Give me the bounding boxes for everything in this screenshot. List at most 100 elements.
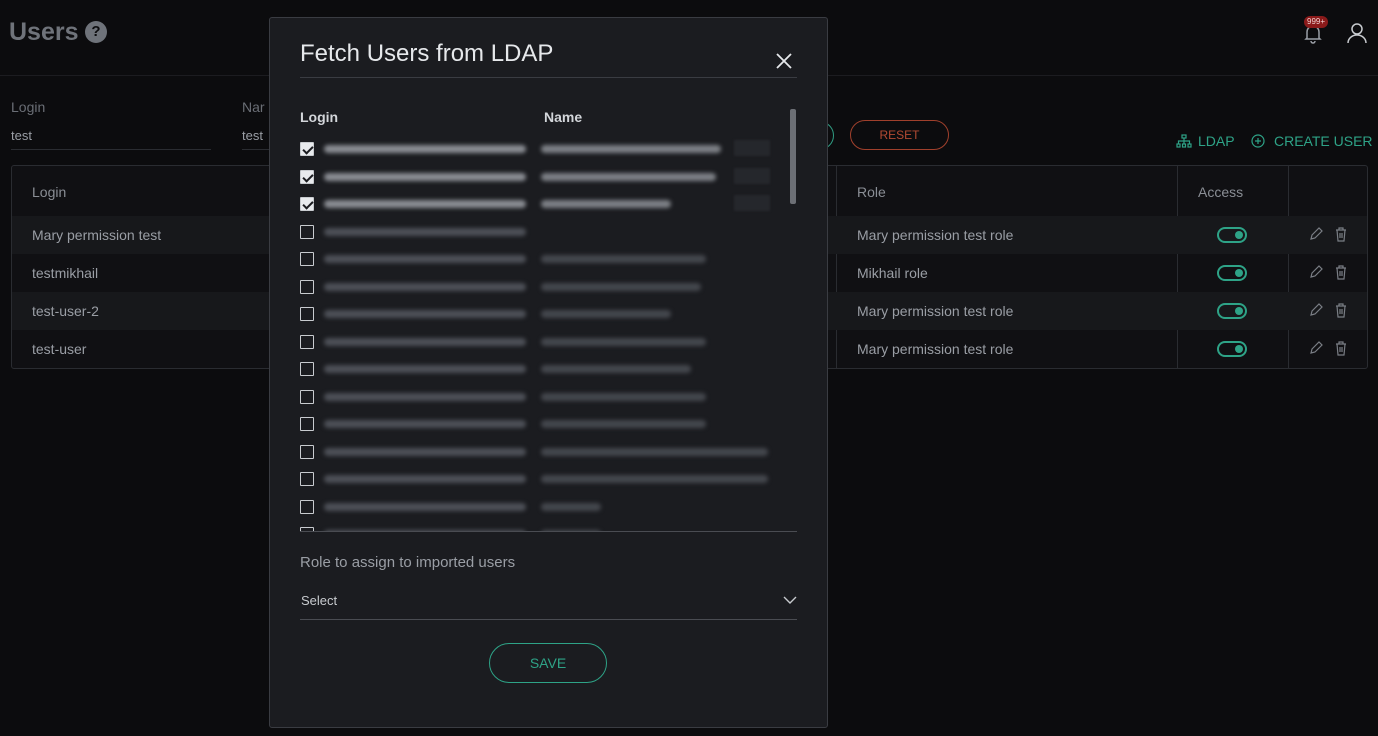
ldap-user-name xyxy=(541,200,671,208)
access-toggle[interactable] xyxy=(1217,227,1247,243)
ldap-user-row[interactable] xyxy=(300,134,790,162)
row-role: Mary permission test role xyxy=(857,341,1014,357)
row-role: Mary permission test role xyxy=(857,227,1014,243)
trash-icon[interactable] xyxy=(1334,226,1348,242)
ldap-user-login xyxy=(324,282,526,291)
login-filter-input[interactable]: test xyxy=(11,126,211,150)
ldap-user-checkbox[interactable] xyxy=(300,334,314,349)
ldap-user-login xyxy=(324,310,526,318)
ldap-user-row[interactable] xyxy=(300,272,790,300)
ldap-user-name xyxy=(541,475,768,483)
ldap-user-login xyxy=(324,392,526,401)
ldap-user-row[interactable] xyxy=(300,327,790,355)
ldap-user-login xyxy=(324,255,526,263)
close-icon[interactable] xyxy=(773,50,795,72)
ldap-user-login xyxy=(324,447,526,456)
column-header-role[interactable]: Role xyxy=(857,184,886,200)
ldap-user-row[interactable] xyxy=(300,409,790,437)
ldap-column-login: Login xyxy=(300,109,339,125)
ldap-user-row[interactable] xyxy=(300,217,790,245)
fetch-ldap-users-modal: Fetch Users from LDAP Login Name Role to… xyxy=(269,17,828,728)
ldap-user-row[interactable] xyxy=(300,244,790,272)
ldap-user-checkbox[interactable] xyxy=(300,389,314,404)
ldap-user-name xyxy=(541,365,691,373)
access-toggle[interactable] xyxy=(1217,265,1247,281)
row-login: test-user-2 xyxy=(32,303,99,319)
ldap-user-checkbox[interactable] xyxy=(300,142,314,156)
ldap-user-login xyxy=(324,145,526,153)
role-select[interactable]: Select xyxy=(300,589,797,620)
ldap-button[interactable]: LDAP xyxy=(1176,133,1235,149)
ldap-user-checkbox[interactable] xyxy=(300,307,314,321)
ldap-user-checkbox[interactable] xyxy=(300,169,314,184)
ldap-user-row[interactable] xyxy=(300,162,790,190)
ldap-user-name xyxy=(541,255,706,263)
ldap-user-login xyxy=(324,365,526,373)
modal-title: Fetch Users from LDAP xyxy=(300,40,554,67)
edit-icon[interactable] xyxy=(1308,226,1324,242)
ldap-user-name xyxy=(541,282,701,291)
ldap-user-checkbox[interactable] xyxy=(300,417,314,431)
trash-icon[interactable] xyxy=(1334,302,1348,318)
edit-icon[interactable] xyxy=(1308,264,1324,280)
trash-icon[interactable] xyxy=(1334,264,1348,280)
name-filter-input[interactable]: test xyxy=(242,126,269,150)
user-icon[interactable] xyxy=(1345,21,1369,45)
help-icon[interactable]: ? xyxy=(85,21,107,43)
ldap-user-name xyxy=(541,172,716,181)
ldap-user-name xyxy=(541,420,706,428)
ldap-user-row[interactable] xyxy=(300,464,790,492)
ldap-user-checkbox[interactable] xyxy=(300,499,314,514)
ldap-user-extra xyxy=(734,167,770,184)
ldap-user-row[interactable] xyxy=(300,492,790,520)
ldap-user-checkbox[interactable] xyxy=(300,279,314,294)
ldap-user-checkbox[interactable] xyxy=(300,224,314,239)
ldap-user-login xyxy=(324,337,526,346)
ldap-user-name xyxy=(541,502,601,511)
list-divider xyxy=(300,531,797,532)
reset-button[interactable]: RESET xyxy=(850,120,949,150)
ldap-user-name xyxy=(541,447,768,456)
row-login: Mary permission test xyxy=(32,227,162,243)
ldap-user-row[interactable] xyxy=(300,299,790,327)
access-toggle[interactable] xyxy=(1217,303,1247,319)
row-login: testmikhail xyxy=(32,265,99,281)
column-header-login[interactable]: Login xyxy=(32,184,66,200)
ldap-user-checkbox[interactable] xyxy=(300,252,314,266)
trash-icon[interactable] xyxy=(1334,340,1348,356)
scrollbar[interactable] xyxy=(790,109,796,204)
ldap-user-row[interactable] xyxy=(300,519,790,531)
column-header-access[interactable]: Access xyxy=(1198,184,1243,200)
ldap-user-login xyxy=(324,420,526,428)
name-filter-label: Nar xyxy=(242,99,265,115)
save-button[interactable]: SAVE xyxy=(489,643,607,683)
ldap-user-login xyxy=(324,200,526,208)
login-filter-label: Login xyxy=(11,99,46,115)
ldap-user-extra xyxy=(734,140,770,156)
role-select-label: Role to assign to imported users xyxy=(300,554,516,571)
role-select-value: Select xyxy=(301,593,338,608)
ldap-user-login xyxy=(324,227,526,236)
ldap-label: LDAP xyxy=(1198,133,1235,149)
ldap-user-login xyxy=(324,475,526,483)
ldap-user-row[interactable] xyxy=(300,437,790,465)
access-toggle[interactable] xyxy=(1217,341,1247,357)
ldap-column-name: Name xyxy=(544,109,583,125)
row-role: Mikhail role xyxy=(857,265,928,281)
ldap-user-checkbox[interactable] xyxy=(300,444,314,459)
notification-badge: 999+ xyxy=(1304,16,1329,28)
ldap-tree-icon xyxy=(1176,134,1192,148)
plus-circle-icon xyxy=(1251,134,1265,148)
ldap-user-row[interactable] xyxy=(300,354,790,382)
create-user-button[interactable]: CREATE USER xyxy=(1250,133,1373,149)
ldap-user-checkbox[interactable] xyxy=(300,197,314,211)
create-user-label: CREATE USER xyxy=(1274,133,1373,149)
ldap-user-row[interactable] xyxy=(300,382,790,410)
row-login: test-user xyxy=(32,341,87,357)
ldap-user-checkbox[interactable] xyxy=(300,362,314,376)
ldap-user-list[interactable] xyxy=(300,134,790,531)
ldap-user-row[interactable] xyxy=(300,189,790,217)
edit-icon[interactable] xyxy=(1308,302,1324,318)
edit-icon[interactable] xyxy=(1308,340,1324,356)
ldap-user-checkbox[interactable] xyxy=(300,472,314,486)
